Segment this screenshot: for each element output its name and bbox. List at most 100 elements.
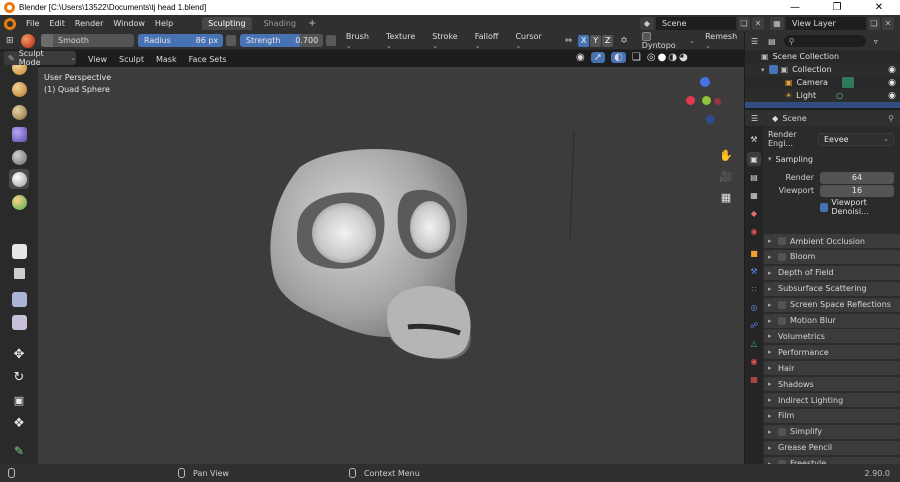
data-tab-icon[interactable]: △ (747, 336, 761, 350)
filter-icon[interactable]: ▿ (874, 37, 878, 46)
material-tab-icon[interactable]: ◉ (747, 354, 761, 368)
view-layer-icon[interactable]: ▦ (770, 17, 784, 30)
visibility-icon[interactable]: ◉ (576, 52, 585, 63)
ortho-grid-icon[interactable]: ▦ (718, 189, 734, 205)
new-scene-icon[interactable]: ❏ (738, 17, 750, 30)
inflate-tool-icon[interactable] (9, 124, 29, 144)
maximize-button[interactable]: ❐ (816, 0, 858, 15)
strength-pressure-icon[interactable] (326, 35, 336, 46)
smooth-tool-icon[interactable] (9, 169, 29, 189)
neg-z-axis-handle[interactable] (706, 115, 715, 124)
menu-edit[interactable]: Edit (44, 19, 70, 28)
light-data-icon[interactable]: ○ (836, 91, 843, 100)
xray-icon[interactable]: ❏ (632, 52, 641, 63)
sculpt-mesh[interactable] (260, 147, 472, 363)
mode-selector[interactable]: ✎ Sculpt Mode ⌄ (4, 49, 76, 67)
panel-enable-checkbox[interactable] (778, 316, 786, 325)
blob-tool-icon[interactable] (9, 147, 29, 167)
cursor-menu[interactable]: Cursor (515, 32, 548, 50)
panel-simplify[interactable]: ▸ Simplify (764, 424, 900, 440)
face-sets-menu[interactable]: Face Sets (183, 55, 233, 64)
radius-pressure-icon[interactable] (226, 35, 236, 46)
constraints-tab-icon[interactable]: ☍ (747, 318, 761, 332)
symmetry-z-toggle[interactable]: Z (602, 34, 614, 47)
panel-enable-checkbox[interactable] (778, 300, 786, 309)
viewport-samples-field[interactable]: 16 (820, 184, 894, 197)
expand-chevron-icon[interactable]: ▾ (761, 66, 765, 74)
wireframe-shading-icon[interactable]: ◎ (647, 52, 656, 63)
z-axis-handle[interactable] (700, 77, 710, 87)
panel-subsurface-scattering[interactable]: ▸ Subsurface Scattering (764, 281, 900, 297)
properties-type-icon[interactable]: ☰ (751, 114, 758, 123)
move-tool-icon[interactable]: ✥ (9, 344, 29, 364)
box-mask-tool-icon[interactable] (9, 263, 29, 283)
rendered-shading-icon[interactable]: ◕ (679, 52, 688, 63)
panel-enable-checkbox[interactable] (778, 237, 786, 245)
panel-enable-checkbox[interactable] (778, 427, 786, 436)
panel-depth-of-field[interactable]: ▸ Depth of Field (764, 265, 900, 281)
dyntopo-menu[interactable] (689, 36, 695, 45)
camera-view-icon[interactable]: 🎥 (718, 168, 734, 184)
minimize-button[interactable]: — (774, 0, 816, 15)
transform-tool-icon[interactable]: ❖ (9, 413, 29, 433)
outliner-row-light[interactable]: ☀ Light ○ ◉ (745, 89, 900, 102)
outliner-row-collection[interactable]: ▾ ▣ Collection ◉ (745, 63, 900, 76)
strength-slider[interactable]: Strength 0.700 (239, 34, 324, 47)
panel-volumetrics[interactable]: ▸ Volumetrics (764, 329, 900, 345)
outliner-row-camera[interactable]: ▣ Camera ◉ (745, 76, 900, 89)
pin-icon[interactable]: ⚲ (888, 114, 894, 123)
collection-checkbox[interactable] (768, 65, 778, 74)
render-tab-icon[interactable]: ▣ (747, 152, 761, 166)
y-axis-handle[interactable] (702, 96, 711, 105)
layer-tool-icon[interactable] (9, 102, 29, 122)
object-tab-icon[interactable]: ■ (747, 246, 761, 260)
outliner-search[interactable]: ⚲ (783, 35, 866, 47)
tab-sculpting[interactable]: Sculpting (202, 17, 252, 30)
gizmo-toggle-icon[interactable]: ➚ (590, 52, 606, 63)
viewport-denoise-checkbox[interactable] (820, 202, 829, 212)
render-engine-dropdown[interactable]: Eevee ⌄ (818, 132, 894, 146)
flatten-tool-icon[interactable] (9, 192, 29, 212)
view-menu[interactable]: View (82, 55, 113, 64)
menu-window[interactable]: Window (108, 19, 150, 28)
sculpt-menu[interactable]: Sculpt (113, 55, 150, 64)
panel-indirect-lighting[interactable]: ▸ Indirect Lighting (764, 393, 900, 408)
outliner-type-icon[interactable]: ☰ (751, 37, 758, 46)
face-set-tool-icon[interactable] (9, 289, 29, 309)
menu-render[interactable]: Render (70, 19, 108, 28)
camera-data-icon[interactable] (841, 77, 854, 88)
texture-menu[interactable]: Texture (386, 32, 422, 50)
scene-tab-icon[interactable]: ◆ (747, 206, 761, 220)
scene-icon[interactable]: ◆ (640, 17, 654, 30)
neg-x-axis-handle[interactable] (714, 98, 721, 105)
sampling-panel-header[interactable]: ▾ Sampling (764, 152, 900, 166)
clay-tool-icon[interactable] (9, 79, 29, 99)
dyntopo-toggle[interactable]: Dyntopo (641, 31, 687, 50)
panel-shadows[interactable]: ▸ Shadows (764, 377, 900, 393)
menu-file[interactable]: File (21, 19, 44, 28)
eye-icon[interactable]: ◉ (888, 65, 896, 75)
close-button[interactable]: ✕ (858, 0, 900, 15)
view-layer-tab-icon[interactable]: ▦ (747, 188, 761, 202)
symmetry-y-toggle[interactable]: Y (590, 34, 602, 47)
panel-bloom[interactable]: ▸ Bloom (764, 249, 900, 265)
brush-preview-icon[interactable] (21, 33, 36, 48)
panel-hair[interactable]: ▸ Hair (764, 361, 900, 377)
brush-selector[interactable]: Smooth (41, 34, 134, 47)
mesh-filter-tool-icon[interactable] (9, 312, 29, 332)
modifier-tab-icon[interactable]: ⚒ (747, 264, 761, 278)
mask-tool-icon[interactable] (9, 241, 29, 261)
menu-help[interactable]: Help (150, 19, 178, 28)
tool-tab-icon[interactable]: ⚒ (747, 132, 761, 146)
eye-icon[interactable]: ◉ (888, 91, 896, 101)
panel-freestyle[interactable]: ▸ Freestyle (764, 456, 900, 464)
delete-scene-icon[interactable]: ✕ (752, 17, 764, 30)
x-axis-handle[interactable] (686, 96, 695, 105)
particles-tab-icon[interactable]: ∷ (747, 282, 761, 296)
scene-name-field[interactable]: Scene (656, 17, 736, 30)
output-tab-icon[interactable]: ▤ (747, 170, 761, 184)
material-shading-icon[interactable]: ◑ (668, 52, 677, 63)
navigation-gizmo[interactable] (682, 77, 732, 127)
eye-icon[interactable]: ◉ (888, 78, 896, 88)
blender-menu-icon[interactable] (4, 17, 16, 30)
